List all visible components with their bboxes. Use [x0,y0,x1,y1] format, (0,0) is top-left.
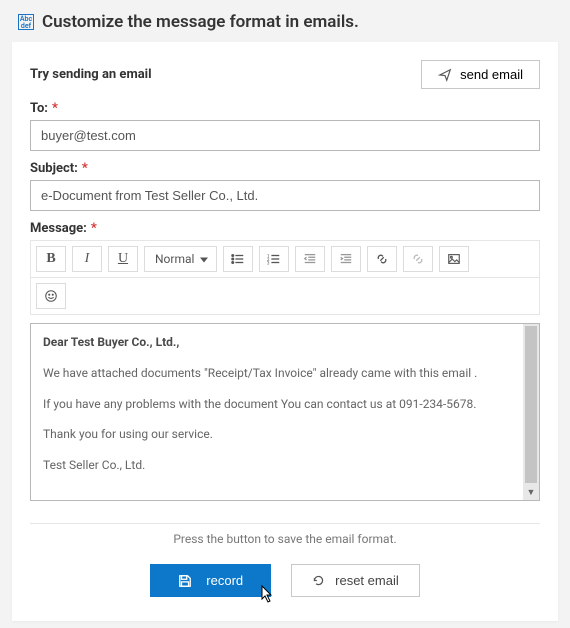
svg-text:3: 3 [267,261,270,266]
list-ol-icon: 123 [267,252,281,266]
send-email-label: send email [460,67,523,82]
indent-icon [339,252,353,266]
body-line4: Test Seller Co., Ltd. [43,457,511,474]
unordered-list-button[interactable] [223,246,253,272]
image-icon [447,252,461,266]
bold-button[interactable]: B [36,246,66,272]
body-line1: We have attached documents "Receipt/Tax … [43,365,511,382]
underline-button[interactable]: U [108,246,138,272]
image-button[interactable] [439,246,469,272]
message-editor[interactable]: Dear Test Buyer Co., Ltd., We have attac… [31,324,523,500]
save-hint: Press the button to save the email forma… [30,532,540,546]
body-line3: Thank you for using our service. [43,426,511,443]
scrollbar-thumb[interactable] [525,326,537,483]
save-icon [178,574,192,588]
emoji-button[interactable] [36,283,66,309]
subject-label: Subject:* [30,161,540,176]
outdent-button[interactable] [295,246,325,272]
link-icon [375,252,389,266]
page-header: Abcdef Customize the message format in e… [0,0,570,42]
body-greeting: Dear Test Buyer Co., Ltd., [43,334,511,351]
abc-icon: Abcdef [18,14,34,30]
italic-button[interactable]: I [72,246,102,272]
editor-toolbar: B I U Normal 123 [30,240,540,278]
try-sending-label: Try sending an email [30,67,152,82]
email-card: Try sending an email send email To:* Sub… [12,42,558,621]
to-label: To:* [30,101,540,116]
to-input[interactable] [30,120,540,151]
send-icon [438,68,452,82]
page-title: Customize the message format in emails. [42,12,359,32]
record-button[interactable]: record [150,564,271,597]
list-ul-icon [231,252,245,266]
format-select[interactable]: Normal [144,246,217,272]
scroll-down-icon[interactable]: ▼ [525,485,538,500]
message-label: Message:* [30,221,540,236]
reset-label: reset email [335,573,399,588]
link-button[interactable] [367,246,397,272]
record-label: record [206,573,243,588]
smile-icon [44,289,58,303]
ordered-list-button[interactable]: 123 [259,246,289,272]
editor-scrollbar[interactable]: ▼ [523,324,539,500]
indent-button[interactable] [331,246,361,272]
send-email-button[interactable]: send email [421,60,540,89]
body-line2: If you have any problems with the docume… [43,396,511,413]
reset-icon [312,574,325,587]
subject-input[interactable] [30,180,540,211]
divider [30,523,540,524]
unlink-button[interactable] [403,246,433,272]
outdent-icon [303,252,317,266]
unlink-icon [411,252,425,266]
reset-email-button[interactable]: reset email [291,564,420,597]
